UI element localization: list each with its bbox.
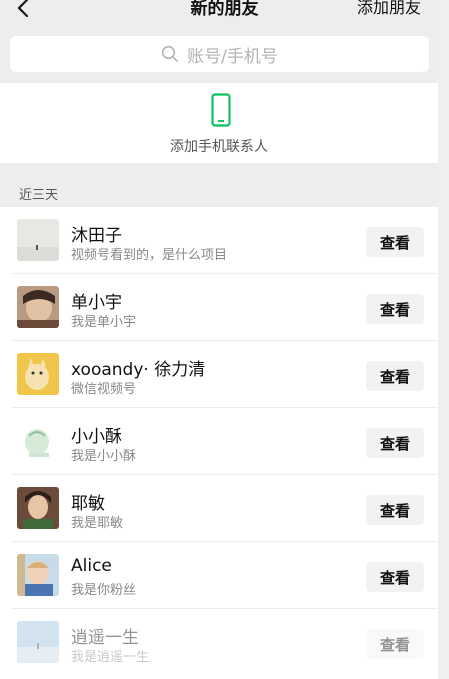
view-button[interactable]: 查看 [366,361,424,391]
add-friend-button[interactable]: 添加朋友 [357,0,421,18]
view-button[interactable]: 查看 [366,227,424,257]
add-phone-contacts-label: 添加手机联系人 [170,139,268,155]
add-phone-contacts[interactable]: 添加手机联系人 [0,83,438,163]
avatar [17,353,59,395]
search-icon [162,45,178,62]
request-message: 我是你粉丝 [71,583,137,598]
request-name: 沐田子 [71,226,122,246]
list-item[interactable]: 逍遥一生 我是逍遥一生 查看 [0,609,438,676]
view-button[interactable]: 查看 [366,294,424,324]
avatar [17,487,59,529]
search-placeholder: 账号/手机号 [187,46,278,67]
view-button[interactable]: 查看 [366,495,424,525]
friend-request-list: 沐田子 视频号看到的，是什么项目 查看 单小宇 我是单小宇 查看 xooandy… [0,207,438,679]
list-item[interactable]: 沐田子 视频号看到的，是什么项目 查看 [0,207,438,274]
request-name: 耶敏 [71,494,105,514]
list-item[interactable]: Alice 我是你粉丝 查看 [0,542,438,609]
request-name: 逍遥一生 [71,628,139,648]
scroll-edge [438,0,449,679]
search-input[interactable]: 账号/手机号 [10,36,429,72]
request-message: 微信视频号 [71,382,137,397]
request-name: 单小宇 [71,293,122,313]
view-button[interactable]: 查看 [366,562,424,592]
list-item[interactable]: xooandy· 徐力清 微信视频号 查看 [0,341,438,408]
request-name: xooandy· 徐力清 [71,360,206,380]
request-message: 我是小小酥 [71,449,137,464]
request-name: 小小酥 [71,427,122,447]
request-message: 视频号看到的，是什么项目 [71,248,228,263]
view-button[interactable]: 查看 [366,428,424,458]
request-message: 我是单小宇 [71,315,137,330]
nav-bar: 新的朋友 添加朋友 [0,0,449,26]
request-name: Alice [71,556,112,576]
list-item[interactable]: 小小酥 我是小小酥 查看 [0,408,438,475]
phone-icon [211,93,231,127]
avatar [17,554,59,596]
avatar [17,286,59,328]
section-label: 近三天 [19,188,59,203]
request-message: 我是逍遥一生 [71,650,150,665]
avatar [17,621,59,663]
view-button[interactable]: 查看 [366,629,424,659]
list-item[interactable]: 耶敏 我是耶敏 查看 [0,475,438,542]
avatar [17,219,59,261]
avatar [17,420,59,462]
request-message: 我是耶敏 [71,516,124,531]
list-item[interactable]: 单小宇 我是单小宇 查看 [0,274,438,341]
